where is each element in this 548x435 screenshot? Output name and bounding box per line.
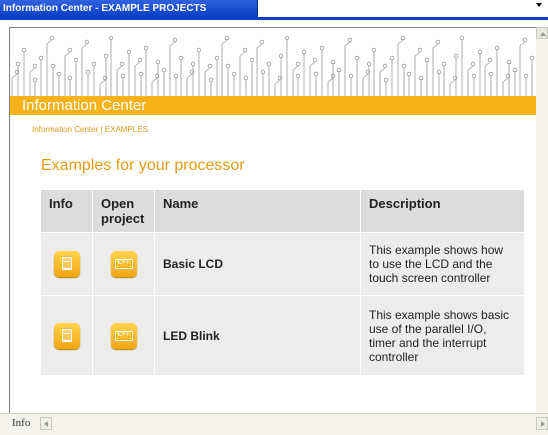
header-description: Description — [361, 190, 525, 232]
page-title: Information Center — [22, 97, 147, 114]
horizontal-scrollbar: Info — [0, 413, 548, 435]
table-row: C++ Basic LCD This example shows how to … — [41, 232, 525, 295]
vertical-scrollbar[interactable] — [536, 27, 548, 425]
example-name: Basic LCD — [155, 232, 361, 295]
scroll-thumb[interactable] — [537, 41, 547, 411]
open-project-icon[interactable]: C++ — [110, 322, 137, 349]
info-document-icon[interactable] — [53, 251, 80, 277]
open-project-icon[interactable]: C++ — [110, 251, 137, 277]
circuit-banner — [10, 28, 536, 98]
header-name: Name — [155, 190, 361, 232]
table-row: C++ LED Blink This example shows basic u… — [41, 295, 525, 375]
title-bar: Information Center — [10, 96, 536, 115]
circuit-pattern-icon — [11, 35, 535, 96]
tab-title: Information Center - EXAMPLE PROJECTS — [3, 3, 207, 14]
content-frame: Information Center Information Center | … — [9, 27, 536, 414]
info-document-icon[interactable] — [53, 322, 80, 349]
tab-list-arrow-icon[interactable] — [536, 3, 542, 7]
example-description: This example shows how to use the LCD an… — [361, 232, 525, 295]
breadcrumb[interactable]: Information Center | EXAMPLES — [32, 125, 148, 134]
example-name: LED Blink — [155, 295, 361, 375]
status-label: Info — [12, 417, 31, 429]
examples-table: Info Open project Name Description C++ B… — [41, 190, 525, 375]
scroll-left-icon[interactable] — [40, 417, 52, 430]
scroll-right-icon[interactable] — [536, 417, 548, 430]
header-info: Info — [41, 190, 93, 232]
section-heading: Examples for your processor — [41, 157, 245, 174]
example-description: This example shows basic use of the para… — [361, 295, 525, 375]
scroll-up-icon[interactable] — [536, 27, 548, 39]
tab-information-center[interactable]: Information Center - EXAMPLE PROJECTS — [0, 0, 258, 17]
tab-strip: Information Center - EXAMPLE PROJECTS — [0, 0, 548, 27]
header-open-project: Open project — [93, 190, 155, 232]
